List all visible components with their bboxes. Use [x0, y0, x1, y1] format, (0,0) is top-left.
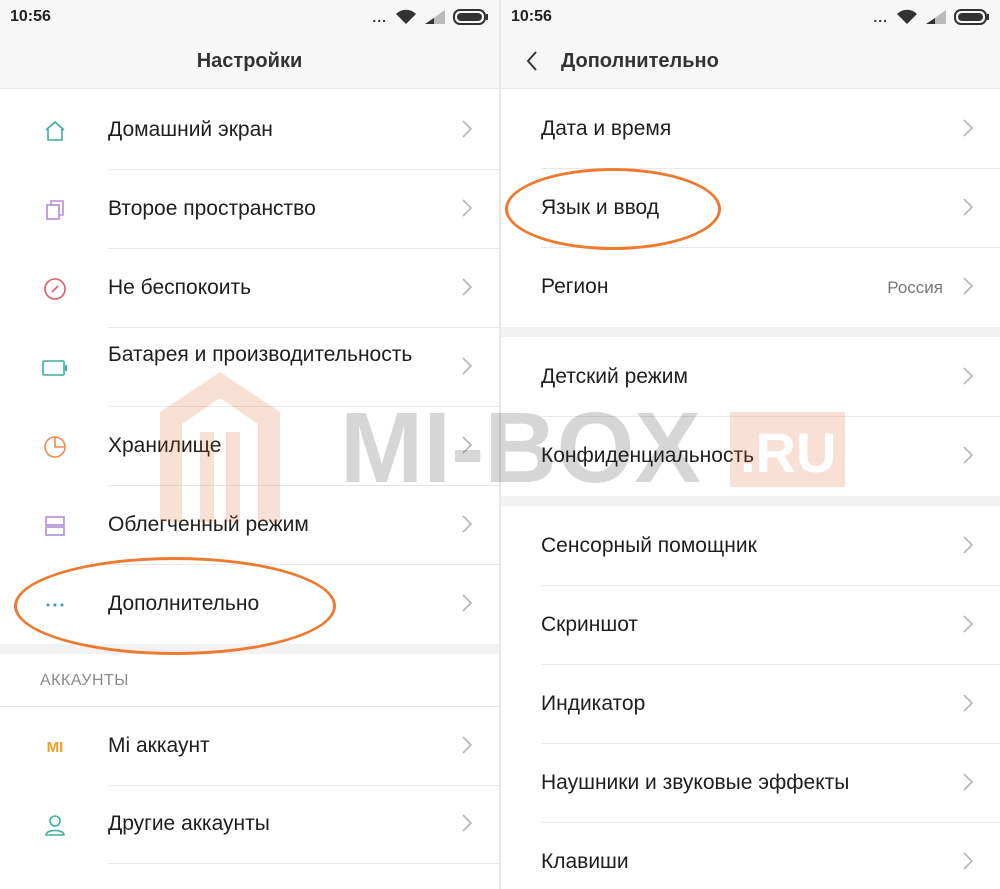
settings-item-label: Клавиши [541, 850, 629, 873]
lite-mode-icon [42, 514, 68, 538]
mi-account-icon: MI [46, 738, 64, 756]
highlight-oval [505, 168, 721, 250]
settings-item-label: Регион [541, 275, 609, 298]
additional-settings-screen: 10:56 ... Дополнительно Дата и время Язы… [501, 0, 1000, 889]
settings-item-label: Сенсорный помощник [541, 534, 757, 557]
chevron-right-icon [462, 736, 473, 754]
settings-item-label: Домашний экран [108, 118, 273, 141]
settings-item-label: Наушники и звуковые эффекты [541, 771, 850, 794]
wifi-icon [896, 9, 918, 25]
signal-icon [926, 10, 946, 24]
home-icon [42, 119, 68, 143]
region-value: Россия [887, 278, 943, 297]
status-bar: 10:56 ... [501, 0, 1000, 34]
settings-item-region[interactable]: Регион Россия [501, 248, 1000, 327]
chevron-right-icon [963, 367, 974, 385]
settings-item-other-accounts[interactable]: Другие аккаунты [0, 785, 499, 864]
settings-item-date-time[interactable]: Дата и время [501, 90, 1000, 169]
chevron-right-icon [462, 515, 473, 533]
chevron-right-icon [462, 357, 473, 375]
chevron-right-icon [963, 852, 974, 870]
storage-icon [42, 435, 68, 459]
highlight-oval [14, 557, 336, 655]
battery-icon [42, 356, 68, 380]
title-bar: Настройки [0, 34, 499, 89]
chevron-right-icon [462, 120, 473, 138]
chevron-right-icon [963, 446, 974, 464]
settings-item-privacy[interactable]: Конфиденциальность [501, 417, 1000, 496]
chevron-right-icon [462, 436, 473, 454]
page-title: Дополнительно [561, 50, 719, 72]
chevron-right-icon [963, 119, 974, 137]
battery-status-icon [453, 9, 489, 25]
settings-item-label: Индикатор [541, 692, 646, 715]
chevron-right-icon [462, 278, 473, 296]
notification-dots-icon: ... [372, 9, 387, 25]
status-time: 10:56 [511, 8, 552, 25]
chevron-right-icon [963, 615, 974, 633]
settings-item-label: Конфиденциальность [541, 444, 755, 467]
title-bar: Дополнительно [501, 34, 1000, 89]
wifi-icon [395, 9, 417, 25]
back-button[interactable] [519, 48, 545, 74]
status-bar: 10:56 ... [0, 0, 499, 34]
chevron-right-icon [462, 594, 473, 612]
settings-item-indicator[interactable]: Индикатор [501, 665, 1000, 744]
signal-icon [425, 10, 445, 24]
settings-item-label: Детский режим [541, 365, 688, 388]
settings-screen: 10:56 ... Настройки Домашний экран Второ… [0, 0, 499, 889]
do-not-disturb-icon [42, 277, 68, 301]
settings-item-label: Дата и время [541, 117, 672, 140]
divider [108, 863, 499, 864]
settings-item-kids-mode[interactable]: Детский режим [501, 338, 1000, 417]
status-icons: ... [372, 9, 489, 25]
settings-item-label: Скриншот [541, 613, 639, 636]
battery-status-icon [954, 9, 990, 25]
settings-item-lite-mode[interactable]: Облегченный режим [0, 486, 499, 565]
settings-item-mi-account[interactable]: MI Mi аккаунт [0, 706, 499, 786]
notification-dots-icon: ... [873, 9, 888, 25]
chevron-left-icon [526, 51, 537, 71]
page-title: Настройки [196, 50, 303, 72]
settings-item-headphones[interactable]: Наушники и звуковые эффекты [501, 744, 1000, 823]
section-header-accounts: АККАУНТЫ [40, 672, 129, 689]
settings-item-touch-assistant[interactable]: Сенсорный помощник [501, 507, 1000, 586]
settings-item-label: Не беспокоить [108, 276, 252, 299]
settings-item-screenshot[interactable]: Скриншот [501, 586, 1000, 665]
settings-item-home-screen[interactable]: Домашний экран [0, 91, 499, 170]
settings-item-do-not-disturb[interactable]: Не беспокоить [0, 249, 499, 328]
settings-item-label: Mi аккаунт [108, 734, 210, 757]
settings-item-label: Другие аккаунты [108, 812, 270, 835]
settings-item-battery[interactable]: Батарея и производительность [0, 328, 499, 407]
status-time: 10:56 [10, 8, 51, 25]
settings-item-label: Облегченный режим [108, 513, 309, 536]
settings-item-buttons[interactable]: Клавиши [501, 823, 1000, 889]
chevron-right-icon [963, 277, 974, 295]
chevron-right-icon [963, 198, 974, 216]
chevron-right-icon [462, 814, 473, 832]
chevron-right-icon [963, 694, 974, 712]
settings-item-storage[interactable]: Хранилище [0, 407, 499, 486]
settings-item-label: Второе пространство [108, 197, 316, 220]
settings-item-label: Батарея и производительность [108, 343, 413, 366]
second-space-icon [42, 198, 68, 222]
settings-item-label: Хранилище [108, 434, 222, 457]
user-icon [42, 813, 68, 837]
section-gap [501, 327, 1000, 337]
chevron-right-icon [963, 773, 974, 791]
section-gap [501, 496, 1000, 506]
status-icons: ... [873, 9, 990, 25]
settings-item-second-space[interactable]: Второе пространство [0, 170, 499, 249]
chevron-right-icon [462, 199, 473, 217]
chevron-right-icon [963, 536, 974, 554]
